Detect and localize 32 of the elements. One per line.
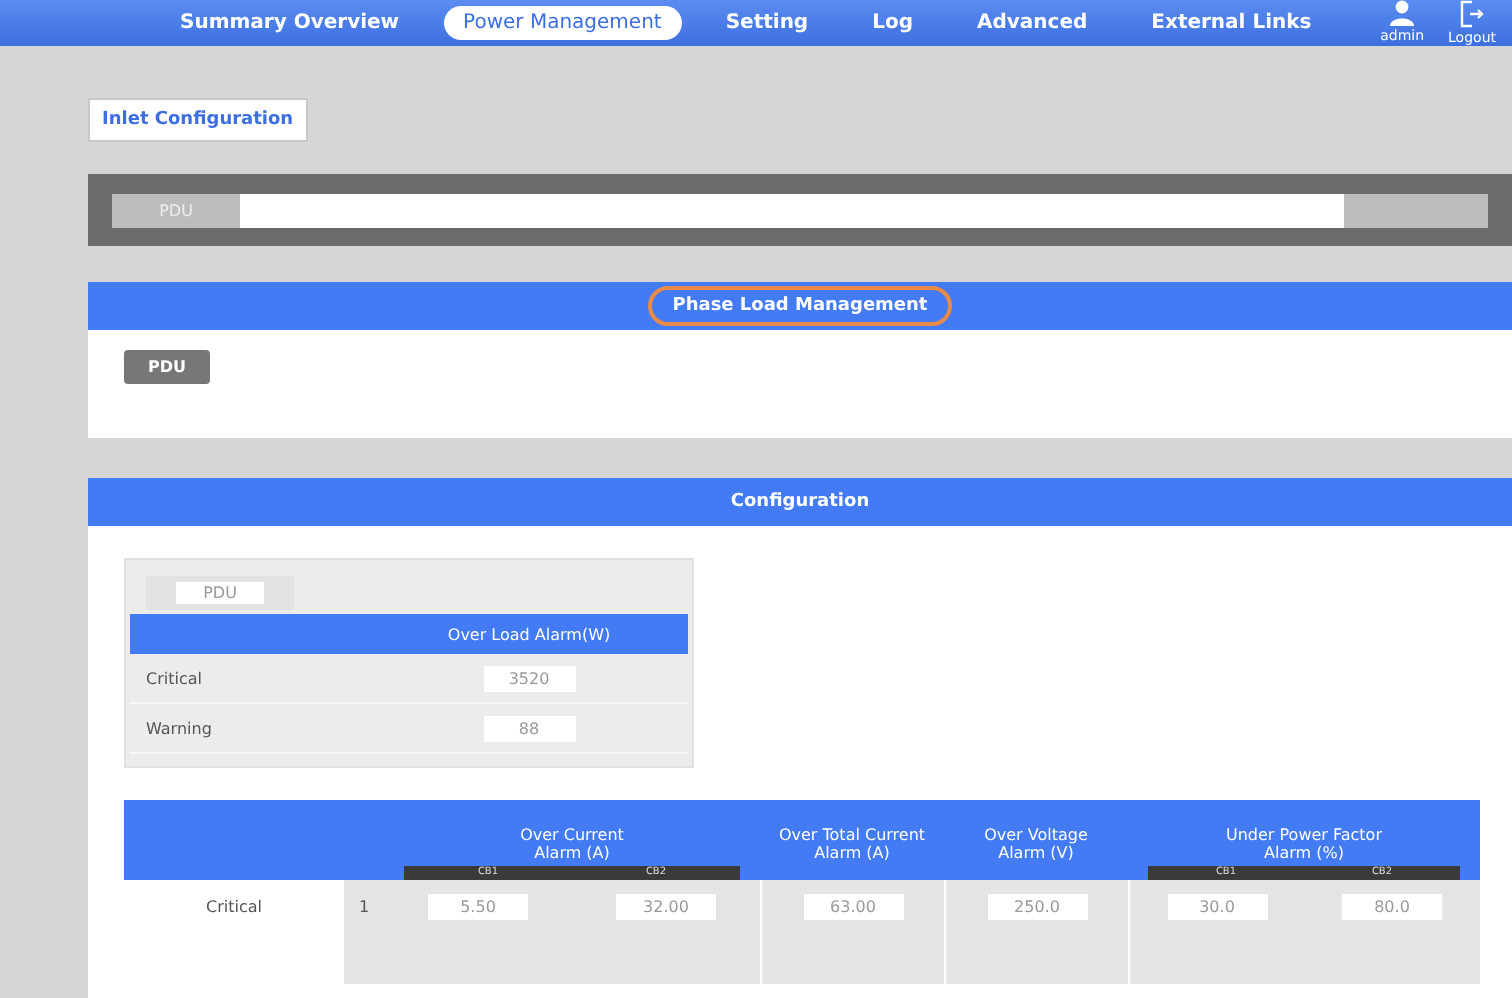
value-field[interactable]: 63.00 — [803, 893, 903, 919]
column-title: Over Load Alarm(W) — [445, 625, 613, 643]
column-title: Over Voltage Alarm (V) — [982, 826, 1090, 866]
column-title: Over Current Alarm (A) — [518, 826, 626, 866]
section-title: Configuration — [728, 490, 872, 516]
nav-tab[interactable]: Log — [852, 6, 933, 40]
row-label: Warning — [144, 719, 214, 737]
row-index: 1 — [358, 897, 370, 915]
inlet-configuration-tab[interactable]: Inlet Configuration — [88, 98, 308, 142]
nav-tab[interactable]: Summary Overview — [160, 6, 420, 40]
device-button[interactable] — [1344, 193, 1488, 227]
pdu-button[interactable]: PDU — [124, 350, 210, 384]
value-field[interactable]: 250.0 — [987, 893, 1087, 919]
user-icon[interactable] — [1390, 0, 1415, 26]
nav-tab[interactable]: Advanced — [957, 6, 1108, 40]
logout-icon[interactable] — [1460, 0, 1485, 28]
nav-tab[interactable]: Power Management — [443, 6, 682, 40]
nav-tab[interactable]: Setting — [705, 6, 829, 40]
device-field[interactable] — [240, 193, 1344, 227]
row-label: Critical — [206, 897, 262, 915]
nav-tab[interactable]: External Links — [1131, 6, 1332, 40]
section-title: Phase Load Management — [648, 286, 952, 326]
value-field[interactable]: 3520 — [483, 665, 575, 691]
column-title: Over Total Current Alarm (A) — [776, 826, 928, 866]
column-title: Under Power Factor Alarm (%) — [1224, 826, 1384, 866]
pdu-tab[interactable]: PDU — [175, 582, 265, 604]
value-field[interactable]: 30.0 — [1167, 893, 1267, 919]
value-field[interactable]: 32.00 — [616, 893, 716, 919]
value-field[interactable]: 80.0 — [1342, 893, 1442, 919]
value-field[interactable]: 5.50 — [428, 893, 528, 919]
value-field[interactable]: 88 — [483, 715, 575, 741]
row-label: Critical — [144, 669, 204, 687]
